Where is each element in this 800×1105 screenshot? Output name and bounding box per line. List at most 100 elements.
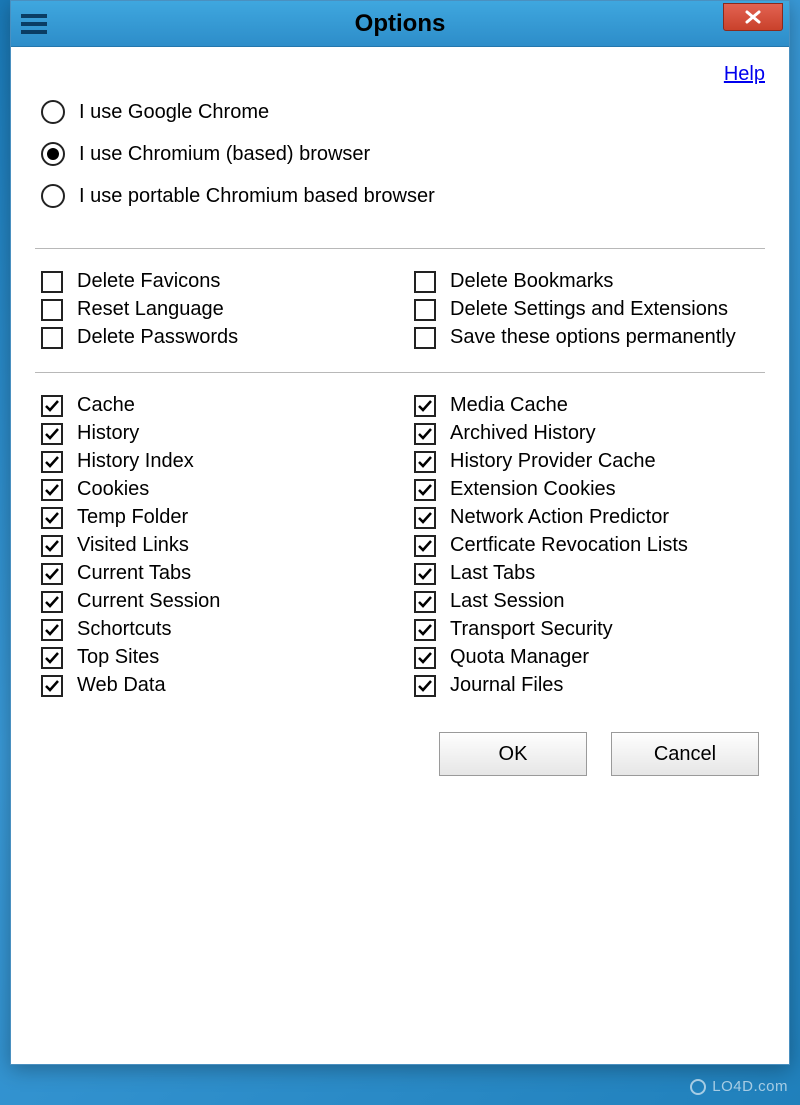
- radio-label: I use Google Chrome: [79, 101, 269, 124]
- checkbox-label: History: [77, 422, 139, 445]
- separator-2: [35, 372, 765, 373]
- cancel-button[interactable]: Cancel: [611, 732, 759, 776]
- checkbox-icon: [41, 423, 63, 445]
- checkbox-favicons[interactable]: Delete Favicons: [41, 270, 392, 293]
- checkbox-label: Journal Files: [450, 674, 563, 697]
- radio-label: I use portable Chromium based browser: [79, 185, 435, 208]
- checkbox-icon: [41, 647, 63, 669]
- checkbox-cookies[interactable]: Cookies: [41, 478, 392, 501]
- checkbox-label: Temp Folder: [77, 506, 188, 529]
- checkbox-cache[interactable]: Cache: [41, 394, 392, 417]
- checkbox-label: History Provider Cache: [450, 450, 656, 473]
- checkbox-label: Certficate Revocation Lists: [450, 534, 688, 557]
- radio-label: I use Chromium (based) browser: [79, 143, 370, 166]
- radio-portable[interactable]: I use portable Chromium based browser: [41, 184, 765, 208]
- checkbox-top_sites[interactable]: Top Sites: [41, 646, 392, 669]
- checkbox-icon: [41, 451, 63, 473]
- checkbox-archived_history[interactable]: Archived History: [414, 422, 765, 445]
- checkbox-icon: [414, 675, 436, 697]
- checkbox-transport_security[interactable]: Transport Security: [414, 618, 765, 641]
- checkbox-passwords[interactable]: Delete Passwords: [41, 326, 392, 349]
- content-area: Help I use Google Chrome I use Chromium (…: [11, 47, 789, 792]
- checkbox-label: Cookies: [77, 478, 149, 501]
- radio-icon: [41, 142, 65, 166]
- button-row: OK Cancel: [35, 706, 765, 776]
- checkbox-label: Visited Links: [77, 534, 189, 557]
- checkbox-label: Delete Settings and Extensions: [450, 298, 728, 321]
- watermark-text: LO4D.com: [712, 1078, 788, 1095]
- checkbox-icon: [41, 591, 63, 613]
- checkbox-label: Web Data: [77, 674, 166, 697]
- checkbox-icon: [41, 327, 63, 349]
- checkbox-quota_manager[interactable]: Quota Manager: [414, 646, 765, 669]
- checkbox-icon: [414, 647, 436, 669]
- checkbox-label: Network Action Predictor: [450, 506, 669, 529]
- checkbox-label: Save these options permanently: [450, 326, 736, 349]
- checkbox-icon: [41, 395, 63, 417]
- browser-choice-group: I use Google Chrome I use Chromium (based…: [35, 88, 765, 244]
- checkbox-icon: [414, 591, 436, 613]
- checkbox-icon: [41, 619, 63, 641]
- checkbox-icon: [41, 563, 63, 585]
- watermark-icon: [690, 1079, 706, 1095]
- checkbox-icon: [414, 619, 436, 641]
- options-window: Options Help I use Google Chrome I use Ch…: [10, 0, 790, 1065]
- separator-1: [35, 248, 765, 249]
- checkbox-icon: [414, 451, 436, 473]
- checkbox-web_data[interactable]: Web Data: [41, 674, 392, 697]
- titlebar: Options: [11, 1, 789, 47]
- checkbox-label: Last Session: [450, 590, 565, 613]
- ok-button[interactable]: OK: [439, 732, 587, 776]
- checkbox-last_tabs[interactable]: Last Tabs: [414, 562, 765, 585]
- checkbox-label: Top Sites: [77, 646, 159, 669]
- checkbox-current_session[interactable]: Current Session: [41, 590, 392, 613]
- checkbox-history[interactable]: History: [41, 422, 392, 445]
- checkbox-visited_links[interactable]: Visited Links: [41, 534, 392, 557]
- help-link[interactable]: Help: [724, 63, 765, 85]
- radio-chromium[interactable]: I use Chromium (based) browser: [41, 142, 765, 166]
- checkbox-journal_files[interactable]: Journal Files: [414, 674, 765, 697]
- checkbox-icon: [414, 395, 436, 417]
- checkbox-icon: [414, 535, 436, 557]
- checkbox-settings_ext[interactable]: Delete Settings and Extensions: [414, 298, 765, 321]
- checkbox-label: History Index: [77, 450, 194, 473]
- checkbox-save_perm[interactable]: Save these options permanently: [414, 326, 765, 349]
- checkbox-label: Cache: [77, 394, 135, 417]
- checkbox-label: Delete Passwords: [77, 326, 238, 349]
- checkbox-media_cache[interactable]: Media Cache: [414, 394, 765, 417]
- checkbox-icon: [41, 535, 63, 557]
- checkbox-shortcuts[interactable]: Schortcuts: [41, 618, 392, 641]
- checkbox-temp_folder[interactable]: Temp Folder: [41, 506, 392, 529]
- checkbox-icon: [414, 327, 436, 349]
- checkbox-last_session[interactable]: Last Session: [414, 590, 765, 613]
- data-items-col-right: Media Cache Archived History History Provi…: [414, 389, 765, 702]
- checkbox-icon: [41, 299, 63, 321]
- checkbox-cert_revocation[interactable]: Certficate Revocation Lists: [414, 534, 765, 557]
- close-icon: [745, 10, 761, 24]
- data-items-section: Cache History History Index Cookies Temp Fol…: [35, 389, 765, 706]
- delete-options-col-right: Delete Bookmarks Delete Settings and Exte…: [414, 265, 765, 354]
- delete-options-section: Delete Favicons Reset Language Delete Pass…: [35, 265, 765, 358]
- checkbox-icon: [414, 271, 436, 293]
- checkbox-label: Current Session: [77, 590, 220, 613]
- checkbox-history_provider_cache[interactable]: History Provider Cache: [414, 450, 765, 473]
- delete-options-col-left: Delete Favicons Reset Language Delete Pass…: [41, 265, 392, 354]
- checkbox-current_tabs[interactable]: Current Tabs: [41, 562, 392, 585]
- data-items-col-left: Cache History History Index Cookies Temp Fol…: [41, 389, 392, 702]
- checkbox-extension_cookies[interactable]: Extension Cookies: [414, 478, 765, 501]
- checkbox-label: Archived History: [450, 422, 596, 445]
- help-row: Help: [35, 57, 765, 88]
- checkbox-language[interactable]: Reset Language: [41, 298, 392, 321]
- checkbox-label: Media Cache: [450, 394, 568, 417]
- checkbox-icon: [414, 507, 436, 529]
- checkbox-network_action_predictor[interactable]: Network Action Predictor: [414, 506, 765, 529]
- checkbox-bookmarks[interactable]: Delete Bookmarks: [414, 270, 765, 293]
- checkbox-icon: [41, 675, 63, 697]
- radio-chrome[interactable]: I use Google Chrome: [41, 100, 765, 124]
- close-button[interactable]: [723, 3, 783, 31]
- checkbox-history_index[interactable]: History Index: [41, 450, 392, 473]
- watermark: LO4D.com: [690, 1078, 788, 1095]
- checkbox-icon: [414, 563, 436, 585]
- menu-icon[interactable]: [11, 1, 57, 47]
- checkbox-icon: [414, 299, 436, 321]
